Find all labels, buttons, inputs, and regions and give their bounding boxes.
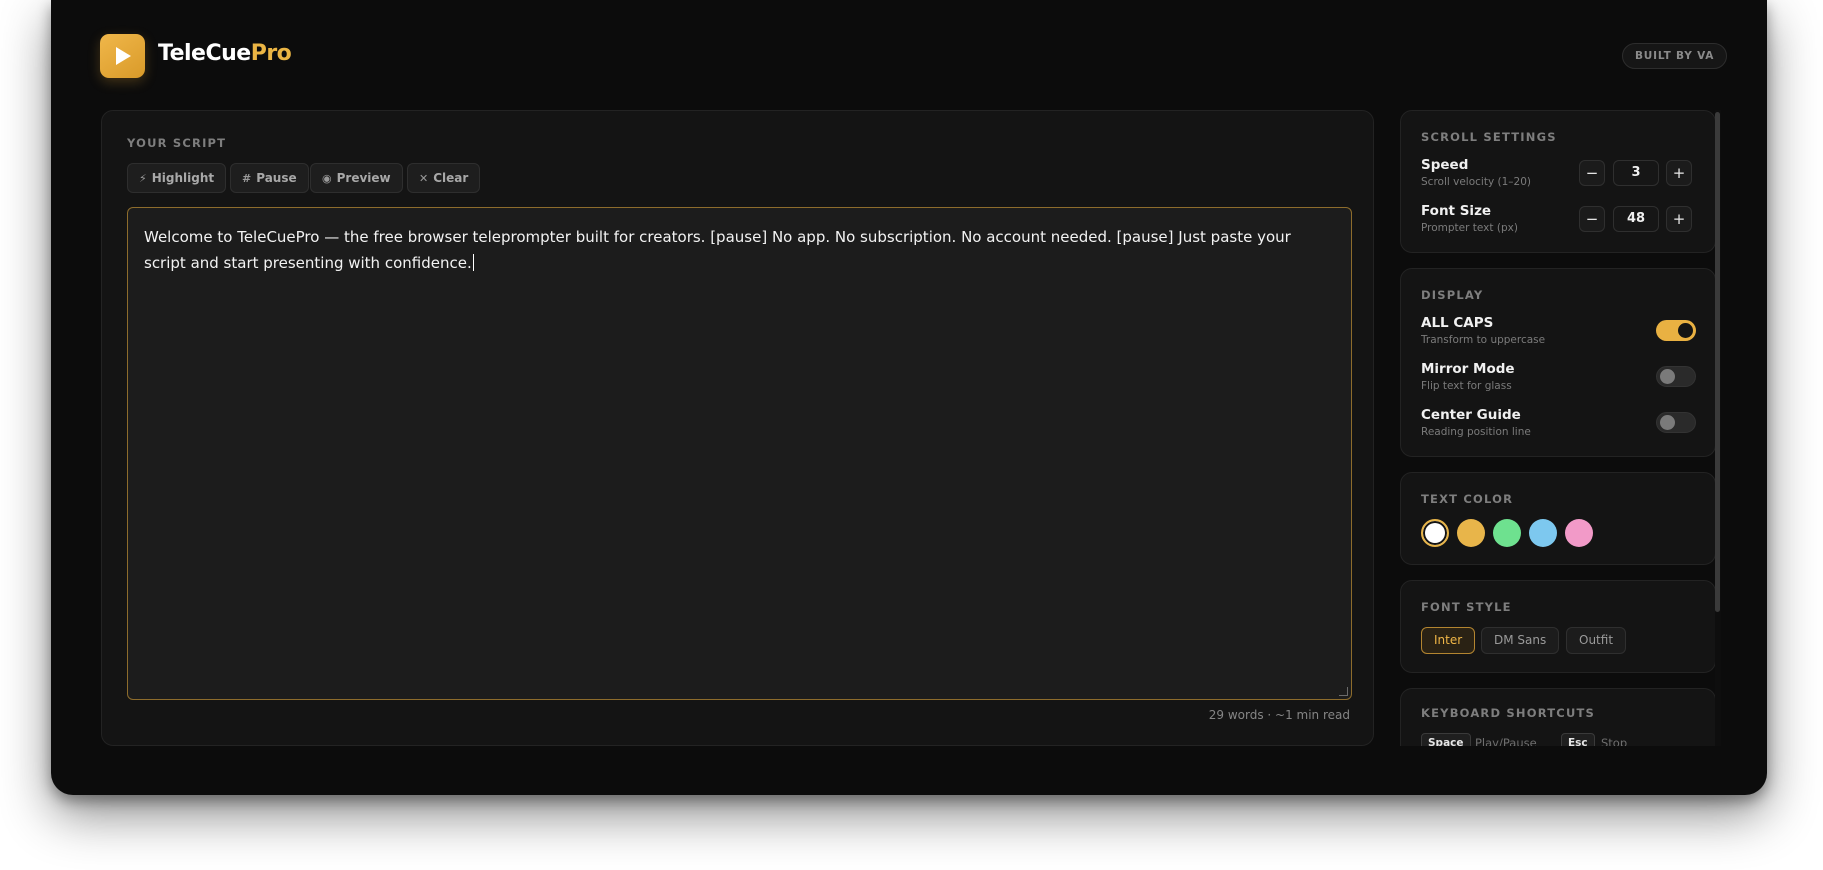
display-panel: DISPLAY ALL CAPS Transform to uppercase … [1400, 268, 1716, 457]
scroll-settings-label: SCROLL SETTINGS [1421, 130, 1557, 144]
font-size-title: Font Size [1421, 203, 1492, 219]
mirror-mode-subtitle: Flip text for glass [1421, 380, 1512, 392]
color-swatch-green[interactable] [1493, 519, 1521, 547]
font-size-decrease-button[interactable]: − [1579, 206, 1605, 232]
mirror-mode-toggle[interactable] [1656, 366, 1696, 387]
brand-main: TeleCue [158, 41, 251, 66]
toggle-knob [1678, 323, 1693, 338]
eye-icon: ◉ [322, 171, 332, 185]
preview-button[interactable]: ◉ Preview [310, 163, 403, 193]
color-swatch-white[interactable] [1421, 519, 1449, 547]
settings-scrollbar-thumb[interactable] [1715, 112, 1720, 612]
toggle-knob [1660, 415, 1675, 430]
speed-value[interactable]: 3 [1613, 160, 1659, 186]
pause-label: Pause [256, 171, 297, 185]
app-brand: TeleCuePro [158, 41, 292, 66]
script-editor[interactable]: Welcome to TeleCuePro — the free browser… [127, 207, 1352, 700]
close-icon: ✕ [419, 171, 429, 185]
lightning-icon: ⚡ [139, 171, 147, 185]
brand-accent: Pro [250, 41, 292, 66]
font-option-inter[interactable]: Inter [1421, 627, 1476, 654]
color-swatch-pink[interactable] [1565, 519, 1593, 547]
clear-label: Clear [433, 171, 469, 185]
color-swatch-gold[interactable] [1457, 519, 1485, 547]
speed-decrease-button[interactable]: − [1579, 160, 1605, 186]
shortcuts-label: KEYBOARD SHORTCUTS [1421, 706, 1596, 720]
text-caret [472, 254, 474, 271]
play-icon [116, 47, 131, 65]
clear-button[interactable]: ✕ Clear [407, 163, 481, 193]
preview-label: Preview [336, 171, 391, 185]
display-label: DISPLAY [1421, 288, 1484, 302]
font-size-value[interactable]: 48 [1613, 206, 1659, 232]
color-swatch-blue[interactable] [1529, 519, 1557, 547]
shortcut-action-play-pause: Play/Pause [1475, 736, 1537, 746]
resize-handle[interactable] [1339, 687, 1348, 696]
font-size-subtitle: Prompter text (px) [1421, 222, 1518, 234]
mirror-mode-title: Mirror Mode [1421, 361, 1515, 377]
scroll-settings-panel: SCROLL SETTINGS Speed Scroll velocity (1… [1400, 110, 1716, 253]
shortcut-action-stop: Stop [1601, 736, 1628, 746]
speed-subtitle: Scroll velocity (1–20) [1421, 176, 1531, 188]
speed-increase-button[interactable]: + [1666, 160, 1692, 186]
hash-icon: # [242, 171, 252, 185]
shortcut-key-space: Space [1421, 733, 1471, 746]
shortcut-key-esc: Esc [1561, 733, 1595, 746]
script-label: YOUR SCRIPT [127, 136, 227, 150]
text-color-label: TEXT COLOR [1421, 492, 1514, 506]
font-size-increase-button[interactable]: + [1666, 206, 1692, 232]
app-window: TeleCuePro BUILT BY VA YOUR SCRIPT ⚡ Hig… [51, 0, 1767, 795]
toggle-knob [1660, 369, 1675, 384]
all-caps-toggle[interactable] [1656, 320, 1696, 341]
text-color-panel: TEXT COLOR [1400, 472, 1716, 565]
built-by-badge[interactable]: BUILT BY VA [1622, 43, 1728, 69]
pause-button[interactable]: # Pause [230, 163, 309, 193]
keyboard-shortcuts-panel: KEYBOARD SHORTCUTS Space Play/Pause Esc … [1400, 688, 1716, 746]
all-caps-title: ALL CAPS [1421, 315, 1494, 331]
logo-badge [100, 34, 145, 78]
all-caps-subtitle: Transform to uppercase [1421, 334, 1546, 346]
highlight-button[interactable]: ⚡ Highlight [127, 163, 227, 193]
font-style-panel: FONT STYLE Inter DM Sans Outfit [1400, 580, 1716, 673]
center-guide-subtitle: Reading position line [1421, 426, 1531, 438]
speed-title: Speed [1421, 157, 1469, 173]
script-text: Welcome to TeleCuePro — the free browser… [144, 228, 1291, 272]
font-option-dm-sans[interactable]: DM Sans [1481, 627, 1560, 654]
script-card: YOUR SCRIPT ⚡ Highlight # Pause ◉ Previe… [101, 110, 1374, 746]
center-guide-title: Center Guide [1421, 407, 1521, 423]
center-guide-toggle[interactable] [1656, 412, 1696, 433]
font-option-outfit[interactable]: Outfit [1566, 627, 1627, 654]
highlight-label: Highlight [151, 171, 215, 185]
word-count: 29 words · ~1 min read [1208, 708, 1350, 722]
font-style-label: FONT STYLE [1421, 600, 1512, 614]
